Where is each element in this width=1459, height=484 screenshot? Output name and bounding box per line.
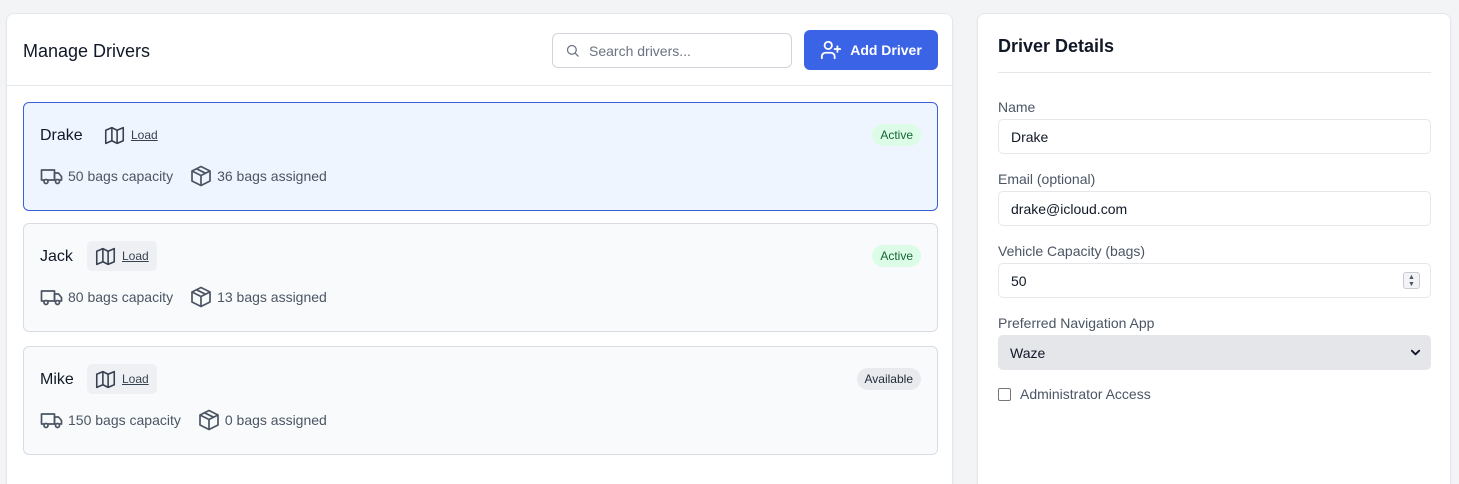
driver-card-jack[interactable]: Jack Load Active 80 bags capacity 13 bag… (23, 223, 938, 332)
chevron-up-icon: ▲ (1408, 273, 1415, 281)
search-box[interactable] (552, 33, 792, 68)
admin-access-label: Administrator Access (1020, 386, 1151, 402)
stepper-arrows[interactable]: ▲ ▼ (1403, 272, 1420, 289)
details-divider (998, 72, 1431, 73)
drivers-header: Manage Drivers Add Driver (7, 14, 952, 86)
search-input[interactable] (589, 42, 779, 59)
chevron-down-icon (1410, 349, 1421, 356)
capacity-field-wrap: ▲ ▼ (978, 263, 1452, 298)
driver-stats: 50 bags capacity 36 bags assigned (40, 164, 327, 188)
load-map-button[interactable]: Load (87, 364, 157, 394)
user-plus-icon (821, 40, 842, 60)
assigned-stat: 0 bags assigned (197, 408, 327, 432)
truck-icon (40, 413, 63, 429)
admin-access-checkbox[interactable] (998, 387, 1011, 401)
truck-icon (40, 169, 63, 185)
nav-app-value: Waze (1010, 344, 1046, 361)
add-driver-label: Add Driver (850, 42, 922, 58)
driver-details-panel: Driver Details Name Email (optional) Veh… (977, 13, 1451, 484)
capacity-stat: 80 bags capacity (40, 285, 173, 309)
load-link[interactable]: Load (122, 249, 149, 263)
assigned-text: 0 bags assigned (224, 412, 327, 428)
admin-access-row[interactable]: Administrator Access (998, 386, 1151, 402)
assigned-text: 13 bags assigned (217, 289, 327, 305)
capacity-text: 80 bags capacity (68, 289, 174, 305)
capacity-stepper[interactable] (998, 263, 1431, 298)
map-icon (95, 370, 116, 388)
chevron-down-icon: ▼ (1408, 280, 1415, 288)
driver-name: Jack (40, 248, 73, 265)
add-driver-button[interactable]: Add Driver (804, 30, 938, 70)
email-label: Email (optional) (998, 171, 1096, 187)
status-badge: Available (856, 368, 921, 390)
package-icon (199, 409, 219, 431)
capacity-stat: 150 bags capacity (40, 408, 181, 432)
drivers-panel: Manage Drivers Add Driver Drake Load Act… (6, 13, 953, 484)
status-badge: Active (872, 245, 921, 267)
capacity-stat: 50 bags capacity (40, 164, 173, 188)
load-map-button[interactable]: Load (96, 120, 166, 150)
map-icon (104, 126, 125, 144)
search-icon (566, 44, 579, 57)
capacity-text: 50 bags capacity (68, 168, 174, 184)
driver-card-drake[interactable]: Drake Load Active 50 bags capacity 36 ba… (23, 102, 938, 211)
driver-stats: 150 bags capacity 0 bags assigned (40, 408, 327, 432)
email-field[interactable] (998, 191, 1431, 226)
capacity-text: 150 bags capacity (68, 412, 181, 428)
truck-icon (40, 290, 63, 306)
details-title: Driver Details (998, 36, 1115, 56)
assigned-stat: 36 bags assigned (189, 164, 327, 188)
name-label: Name (998, 99, 1036, 115)
status-badge: Active (872, 124, 921, 146)
capacity-label: Vehicle Capacity (bags) (998, 243, 1146, 259)
driver-stats: 80 bags capacity 13 bags assigned (40, 285, 327, 309)
assigned-stat: 13 bags assigned (189, 285, 327, 309)
load-link[interactable]: Load (131, 128, 158, 142)
load-map-button[interactable]: Load (87, 241, 157, 271)
name-field[interactable] (998, 119, 1431, 154)
driver-card-mike[interactable]: Mike Load Available 150 bags capacity 0 … (23, 346, 938, 455)
nav-app-label: Preferred Navigation App (998, 315, 1155, 331)
driver-name: Mike (40, 371, 74, 388)
load-link[interactable]: Load (122, 372, 149, 386)
nav-app-select[interactable]: Waze (998, 335, 1431, 370)
driver-name: Drake (40, 127, 83, 144)
assigned-text: 36 bags assigned (217, 168, 327, 184)
package-icon (191, 165, 211, 187)
map-icon (95, 247, 116, 265)
page-title: Manage Drivers (23, 41, 151, 61)
package-icon (191, 286, 211, 308)
